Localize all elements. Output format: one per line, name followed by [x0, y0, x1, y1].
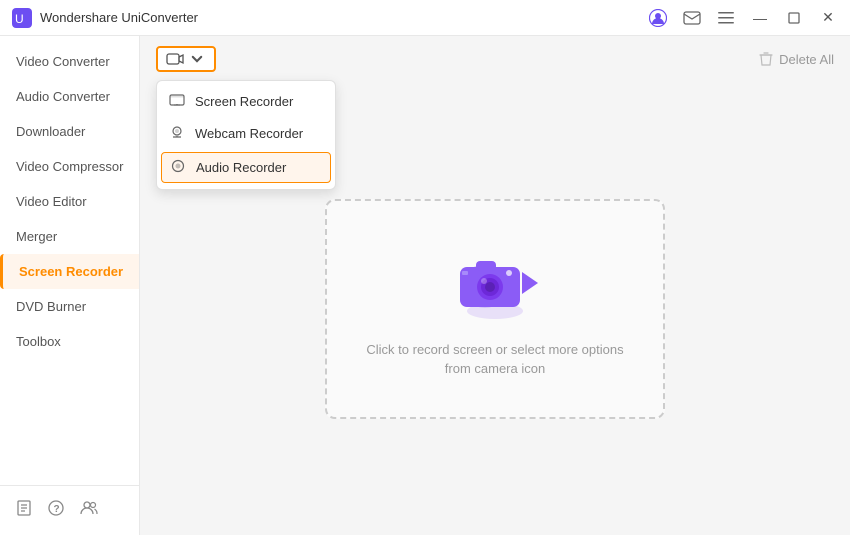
svg-text:?: ? — [54, 504, 60, 515]
webcam-recorder-icon — [169, 125, 185, 142]
app-icon: U — [12, 8, 32, 28]
sidebar: Video Converter Audio Converter Download… — [0, 36, 140, 535]
sidebar-item-toolbox[interactable]: Toolbox — [0, 324, 139, 359]
app-title: Wondershare UniConverter — [40, 10, 198, 25]
dropdown-item-screen-recorder[interactable]: Screen Recorder — [157, 85, 335, 117]
drop-zone-hint: Click to record screen or select more op… — [355, 340, 635, 379]
recorder-dropdown-menu: Screen Recorder Webcam Recorder — [156, 80, 336, 190]
toolbar-left: Screen Recorder Webcam Recorder — [156, 46, 216, 72]
content-area: Screen Recorder Webcam Recorder — [140, 36, 850, 535]
sidebar-item-video-compressor[interactable]: Video Compressor — [0, 149, 139, 184]
close-icon[interactable]: ✕ — [818, 8, 838, 28]
dropdown-arrow-icon — [188, 52, 206, 66]
sidebar-item-merger[interactable]: Merger — [0, 219, 139, 254]
audio-recorder-icon — [170, 159, 186, 176]
sidebar-item-video-editor[interactable]: Video Editor — [0, 184, 139, 219]
trash-icon — [759, 51, 773, 67]
sidebar-item-dvd-burner[interactable]: DVD Burner — [0, 289, 139, 324]
sidebar-item-audio-converter[interactable]: Audio Converter — [0, 79, 139, 114]
title-bar-left: U Wondershare UniConverter — [12, 8, 198, 28]
screen-recorder-label: Screen Recorder — [195, 94, 293, 109]
delete-all-button[interactable]: Delete All — [759, 51, 834, 67]
webcam-recorder-label: Webcam Recorder — [195, 126, 303, 141]
sidebar-nav: Video Converter Audio Converter Download… — [0, 36, 139, 359]
toolbar: Screen Recorder Webcam Recorder — [140, 36, 850, 82]
mail-icon[interactable] — [682, 8, 702, 28]
delete-all-label: Delete All — [779, 52, 834, 67]
camera-recorder-button[interactable] — [156, 46, 216, 72]
audio-recorder-label: Audio Recorder — [196, 160, 286, 175]
hamburger-icon[interactable] — [716, 8, 736, 28]
screen-recorder-icon — [169, 93, 185, 109]
svg-text:U: U — [15, 12, 24, 26]
book-icon[interactable] — [16, 500, 32, 521]
title-bar-controls: — ✕ — [648, 8, 838, 28]
camera-illustration — [440, 239, 550, 324]
help-icon[interactable]: ? — [48, 500, 64, 521]
maximize-icon[interactable] — [784, 8, 804, 28]
sidebar-footer: ? — [0, 485, 139, 535]
sidebar-item-video-converter[interactable]: Video Converter — [0, 44, 139, 79]
main-layout: Video Converter Audio Converter Download… — [0, 36, 850, 535]
camera-icon — [166, 52, 184, 66]
sidebar-item-screen-recorder[interactable]: Screen Recorder — [0, 254, 139, 289]
drop-zone[interactable]: Click to record screen or select more op… — [325, 199, 665, 419]
sidebar-item-downloader[interactable]: Downloader — [0, 114, 139, 149]
dropdown-item-webcam-recorder[interactable]: Webcam Recorder — [157, 117, 335, 150]
dropdown-item-audio-recorder[interactable]: Audio Recorder — [161, 152, 331, 183]
title-bar: U Wondershare UniConverter — — [0, 0, 850, 36]
profile-icon[interactable] — [648, 8, 668, 28]
minimize-icon[interactable]: — — [750, 8, 770, 28]
users-icon[interactable] — [80, 501, 98, 520]
